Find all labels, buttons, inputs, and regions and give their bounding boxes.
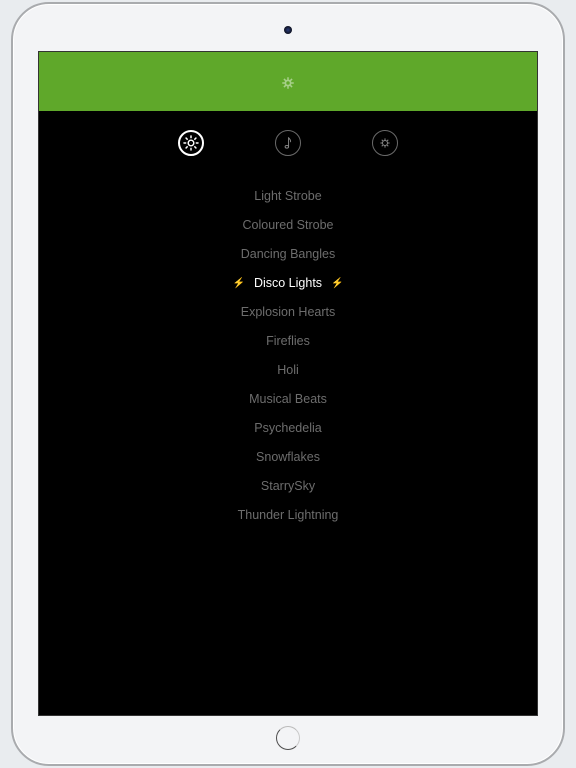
effect-item-psychedelia[interactable]: Psychedelia	[39, 414, 537, 443]
effect-item-musical-beats[interactable]: Musical Beats	[39, 385, 537, 414]
effect-item-holi[interactable]: Holi	[39, 356, 537, 385]
app-header	[39, 52, 537, 111]
sun-icon	[183, 135, 199, 151]
camera-icon	[284, 26, 292, 34]
music-note-icon	[281, 136, 295, 150]
effect-item-explosion-hearts[interactable]: Explosion Hearts	[39, 298, 537, 327]
effect-item-coloured-strobe[interactable]: Coloured Strobe	[39, 211, 537, 240]
mode-tabs	[39, 130, 537, 160]
effect-item-dancing-bangles[interactable]: Dancing Bangles	[39, 240, 537, 269]
tab-light[interactable]	[178, 130, 204, 156]
effect-item-disco-lights[interactable]: ⚡ Disco Lights ⚡	[39, 269, 537, 298]
home-button[interactable]	[276, 726, 300, 750]
tab-music[interactable]	[275, 130, 301, 156]
lightning-bolt-icon: ⚡	[331, 278, 344, 289]
tab-settings[interactable]	[372, 130, 398, 156]
effect-item-snowflakes[interactable]: Snowflakes	[39, 443, 537, 472]
effect-item-thunder-lightning[interactable]: Thunder Lightning	[39, 501, 537, 530]
effect-item-fireflies[interactable]: Fireflies	[39, 327, 537, 356]
app-screen: Light Strobe Coloured Strobe Dancing Ban…	[38, 51, 538, 716]
gear-icon[interactable]	[282, 76, 294, 89]
effects-list: Light Strobe Coloured Strobe Dancing Ban…	[39, 182, 537, 530]
effect-item-starrysky[interactable]: StarrySky	[39, 472, 537, 501]
gear-icon	[380, 138, 390, 148]
lightning-bolt-icon: ⚡	[232, 278, 245, 289]
effect-item-light-strobe[interactable]: Light Strobe	[39, 182, 537, 211]
